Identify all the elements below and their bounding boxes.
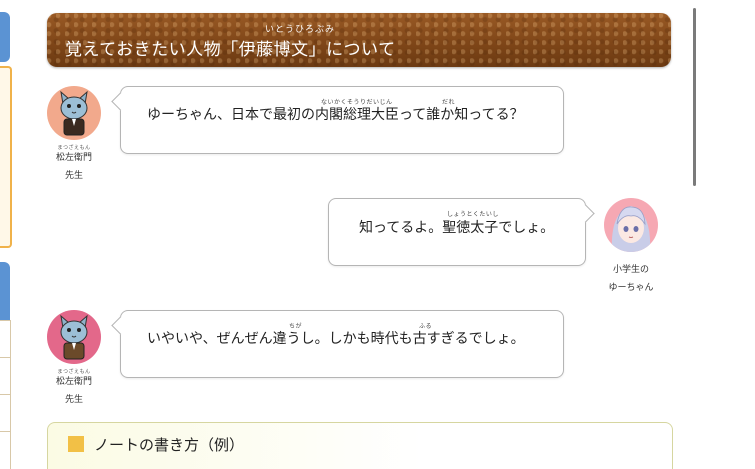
square-bullet-icon <box>68 436 84 452</box>
cat-teacher-icon <box>60 314 88 360</box>
speech-text: いやいや、ぜんぜん違うし。しかも時代も古すぎるでしょ。 <box>147 331 525 347</box>
speaker-role: 先生 <box>64 395 83 405</box>
left-panel-tab[interactable] <box>0 12 10 62</box>
speaker-name: 松左衛門 <box>55 153 92 163</box>
header-ruby: いとうひろぶみ <box>265 25 336 35</box>
speaker-name: ゆーちゃん <box>608 283 654 293</box>
speaker-name: 小学生の <box>612 265 649 275</box>
scrollbar[interactable] <box>693 8 696 186</box>
left-panel-list <box>0 320 11 469</box>
speaker-name: 松左衛門 <box>55 377 92 387</box>
speech-bubble-2: しょうとくたいし 知ってるよ。聖徳太子でしょ。 <box>328 198 595 266</box>
note-section-header: ノートの書き方（例） <box>47 422 673 469</box>
note-title: ノートの書き方（例） <box>94 436 245 454</box>
speech-text: 知ってるよ。聖徳太子でしょ。 <box>359 220 555 236</box>
speech-bubble-3: ちが ふる いやいや、ぜんぜん違うし。しかも時代も古すぎるでしょ。 <box>111 310 564 378</box>
speech-bubble-1: ないかくそうりだいじん だれ ゆーちゃん、日本で最初の内閣総理大臣って誰か知って… <box>111 86 564 154</box>
student-avatar <box>604 198 658 252</box>
girl-student-icon <box>611 206 651 252</box>
speaker-role: 先生 <box>64 171 83 181</box>
teacher-avatar <box>47 86 101 140</box>
speech-text: ゆーちゃん、日本で最初の内閣総理大臣って誰か知ってる？ <box>147 107 524 123</box>
left-panel-tab-lower[interactable] <box>0 262 10 320</box>
left-panel-box <box>0 66 12 248</box>
cat-teacher-icon <box>60 90 88 136</box>
section-title: 覚えておきたい人物「伊藤博文」について <box>65 40 396 60</box>
section-header: いとうひろぶみ 覚えておきたい人物「伊藤博文」について <box>47 13 671 67</box>
teacher-avatar <box>47 310 101 364</box>
